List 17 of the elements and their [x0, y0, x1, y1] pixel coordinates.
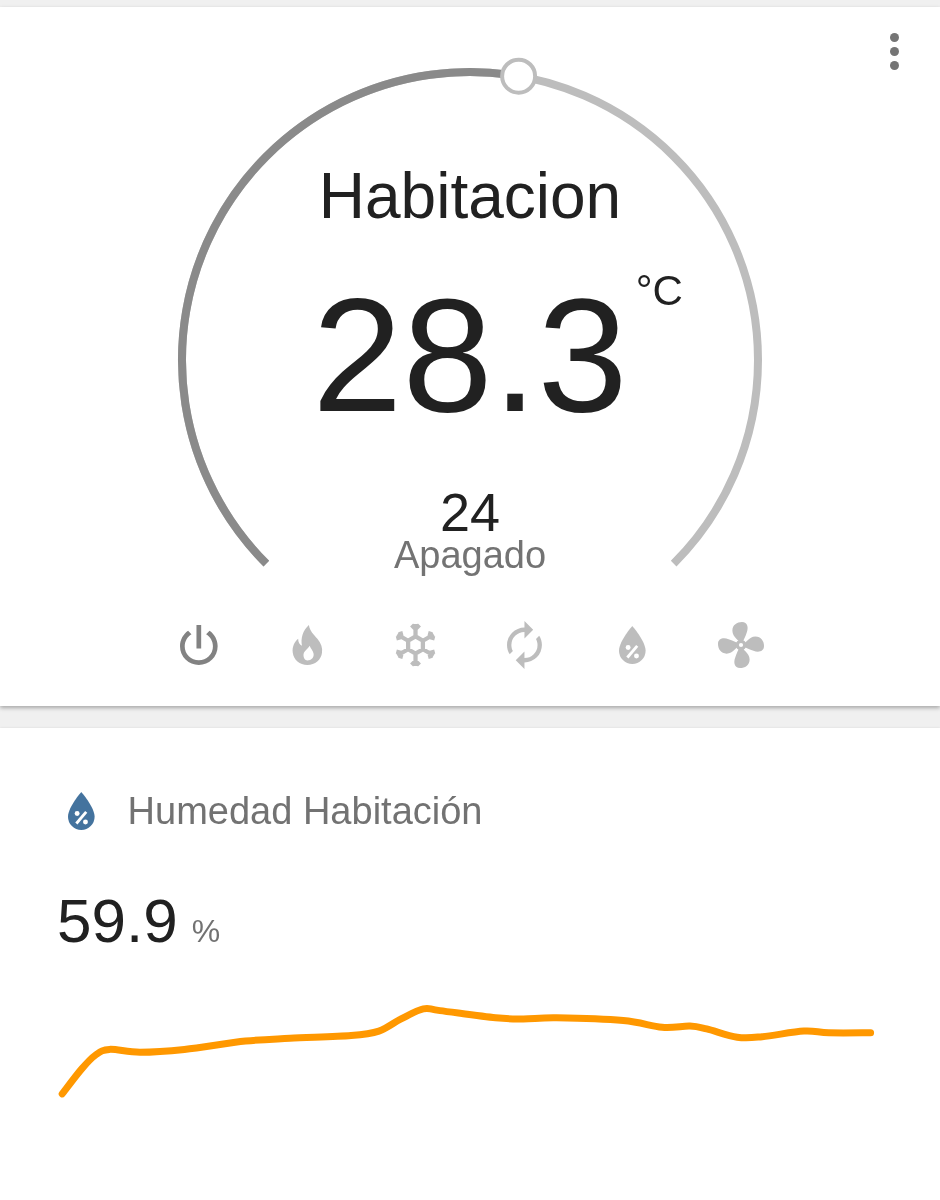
droplet-percent-icon: [68, 792, 95, 830]
slider-handle[interactable]: [500, 57, 538, 95]
snowflake-icon: [394, 622, 438, 668]
temperature-unit: °C: [635, 270, 683, 312]
droplet-percent-icon: [619, 626, 646, 664]
fan-icon: [717, 622, 764, 668]
power-icon: [180, 625, 218, 665]
current-temperature: 28.3: [312, 274, 628, 436]
vertical-dots-icon: [890, 33, 899, 70]
sensor-unit: %: [191, 915, 221, 947]
flame-icon: [292, 625, 323, 665]
room-name: Habitacion: [318, 164, 622, 228]
sensor-name: Humedad Habitación: [127, 792, 483, 830]
hvac-state: Apagado: [393, 536, 547, 574]
sensor-value: 59.9: [57, 890, 178, 952]
target-temperature: 24: [439, 485, 501, 539]
circular-arrows-icon: [506, 621, 542, 669]
